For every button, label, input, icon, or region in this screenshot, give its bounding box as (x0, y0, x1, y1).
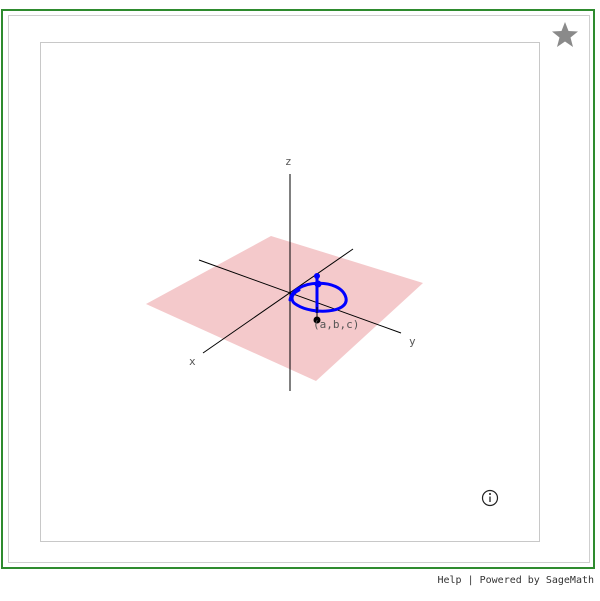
y-axis-label: y (409, 335, 416, 348)
3d-scene-svg[interactable]: z x y (a,b,c) (41, 43, 541, 543)
z-axis-label: z (285, 155, 292, 168)
footer: Help | Powered by SageMath (437, 575, 594, 586)
tangent-plane (146, 236, 423, 381)
blue-curve-point (314, 280, 322, 288)
star-icon[interactable] (550, 20, 580, 50)
point-abc-label: (a,b,c) (313, 318, 359, 331)
3d-viewport[interactable]: z x y (a,b,c) (40, 42, 540, 542)
help-link[interactable]: Help (437, 575, 461, 586)
powered-by-sagemath-link[interactable]: Powered by SageMath (480, 575, 594, 586)
footer-separator: | (461, 575, 480, 586)
info-icon[interactable] (480, 488, 500, 508)
x-axis-label: x (189, 355, 196, 368)
blue-top-point (314, 273, 320, 279)
